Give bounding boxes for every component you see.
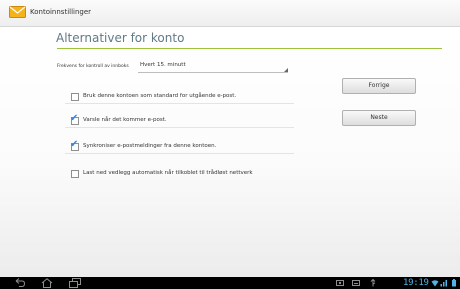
recent-apps-icon[interactable] xyxy=(69,278,81,288)
option-label: Bruk denne kontoen som standard for utgå… xyxy=(83,93,237,99)
option-download-attachments[interactable]: Last ned vedlegg automatisk når tilkoble… xyxy=(65,166,294,180)
checkbox-unchecked[interactable] xyxy=(71,93,79,101)
option-label: Last ned vedlegg automatisk når tilkoble… xyxy=(83,170,253,176)
app-title: Kontoinnstillinger xyxy=(30,8,92,16)
dropdown-arrow-icon xyxy=(284,68,288,72)
frequency-value: Hvert 15. minutt xyxy=(140,62,186,68)
keyboard-icon[interactable] xyxy=(352,279,360,287)
screenshot-icon[interactable] xyxy=(336,279,344,287)
page-title: Alternativer for konto xyxy=(56,31,185,45)
heading-divider xyxy=(57,48,442,49)
checkmark-icon: ✔ xyxy=(70,113,79,124)
status-clock[interactable]: 19:19 xyxy=(403,277,429,289)
wifi-icon xyxy=(431,280,439,287)
option-sync-email[interactable]: ✔ Synkroniser e-postmeldinger fra denne … xyxy=(65,139,294,154)
option-label: Synkroniser e-postmeldinger fra denne ko… xyxy=(83,143,217,149)
next-button[interactable]: Neste xyxy=(342,110,416,126)
system-bar: 19:19 xyxy=(0,277,460,289)
usb-icon xyxy=(370,279,376,287)
signal-icon xyxy=(440,280,447,287)
frequency-label: Frekvens for kontroll av innboks xyxy=(57,64,129,69)
frequency-dropdown[interactable]: Hvert 15. minutt xyxy=(138,60,288,73)
previous-button[interactable]: Forrige xyxy=(342,78,416,94)
checkmark-icon: ✔ xyxy=(70,139,79,150)
option-label: Varsle når det kommer e-post. xyxy=(83,117,167,123)
option-notify-new-mail[interactable]: ✔ Varsle når det kommer e-post. xyxy=(65,113,294,128)
checkbox-unchecked[interactable] xyxy=(71,170,79,178)
battery-icon xyxy=(452,279,456,287)
option-default-outgoing[interactable]: Bruk denne kontoen som standard for utgå… xyxy=(65,89,294,104)
back-icon[interactable] xyxy=(14,278,26,288)
home-icon[interactable] xyxy=(41,278,53,288)
email-envelope-icon xyxy=(9,6,26,18)
title-bar: Kontoinnstillinger xyxy=(0,0,460,27)
